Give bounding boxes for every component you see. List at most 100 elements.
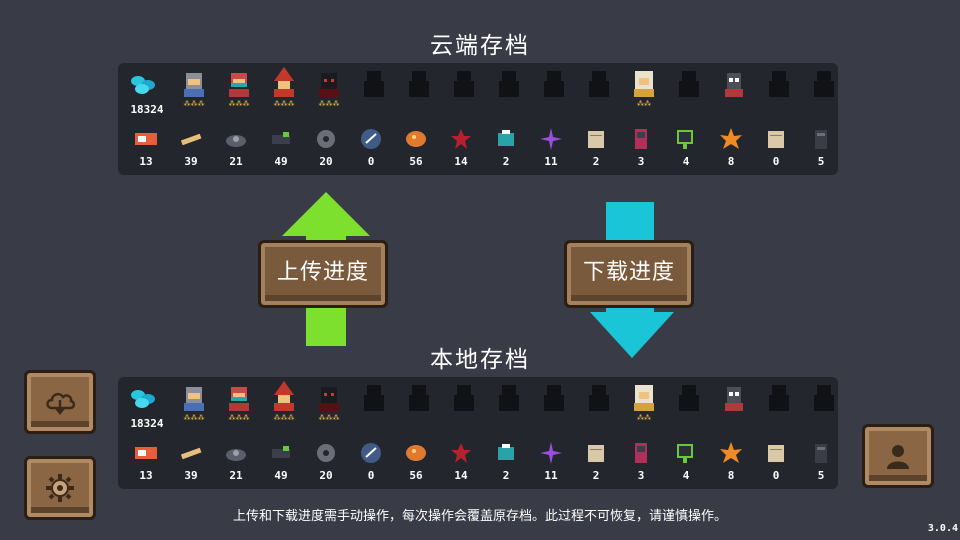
material-slot: 5 <box>799 435 843 485</box>
download-progress-button[interactable]: 下载进度 <box>564 240 694 308</box>
material-slot: 0 <box>349 435 393 485</box>
hero-locked-4 <box>489 381 529 427</box>
hero-wizard: ⁂⁂⁂ <box>264 381 304 427</box>
material-slot: 0 <box>349 121 393 171</box>
locked-hero-icon <box>499 385 519 411</box>
material-slot: 0 <box>754 435 798 485</box>
terminal-icon <box>677 444 693 463</box>
locked-hero-icon <box>814 385 834 411</box>
knight-icon <box>184 73 204 97</box>
locked-hero-icon <box>589 71 609 97</box>
material-count: 2 <box>502 155 510 168</box>
red-leaf-icon <box>451 129 471 149</box>
material-slot: 8 <box>709 435 753 485</box>
gem-icon <box>131 390 155 408</box>
material-count: 8 <box>727 155 735 168</box>
material-count: 11 <box>544 469 558 482</box>
material-count: 21 <box>229 155 243 168</box>
knight-icon <box>184 387 204 411</box>
material-count: 11 <box>544 155 558 168</box>
material-slot: 21 <box>214 121 258 171</box>
cannon-icon <box>272 132 290 144</box>
material-count: 0 <box>772 155 780 168</box>
material-slot: 3 <box>619 121 663 171</box>
hero-locked-3 <box>444 381 484 427</box>
terminal-icon <box>677 130 693 149</box>
version-label: 3.0.4 <box>927 523 958 534</box>
material-slot: 3 <box>619 435 663 485</box>
locked-hero-icon <box>679 71 699 97</box>
warning-note: 上传和下载进度需手动操作，每次操作会覆盖原存档。此过程不可恢复，请谨慎操作。 <box>232 509 727 524</box>
material-slot: 8 <box>709 121 753 171</box>
material-count: 0 <box>772 469 780 482</box>
hero-locked-1 <box>354 381 394 427</box>
hero-locked-5 <box>534 67 574 113</box>
material-count: 2 <box>592 469 600 482</box>
bread-icon <box>180 133 202 146</box>
vampire-icon <box>319 73 339 97</box>
material-slot: 11 <box>529 435 573 485</box>
hero-priest: ⁂⁂ <box>624 67 664 113</box>
material-slot: 56 <box>394 121 438 171</box>
phone-icon <box>635 129 647 149</box>
hero-locked-4 <box>489 67 529 113</box>
hero-locked-6 <box>579 381 619 427</box>
material-slot: 20 <box>304 435 348 485</box>
ticket-icon <box>135 447 157 459</box>
battery-icon <box>815 444 827 463</box>
profile-button[interactable] <box>862 424 934 488</box>
robot-icon <box>725 73 743 97</box>
material-slot: 13 <box>124 435 168 485</box>
hero-vampire: ⁂⁂⁂ <box>309 381 349 427</box>
material-slot: 14 <box>439 121 483 171</box>
material-count: 20 <box>319 469 333 482</box>
hero-stars: ⁂⁂⁂ <box>183 414 205 422</box>
material-count: 14 <box>454 155 468 168</box>
gem-count: 18324 <box>130 103 164 116</box>
locked-hero-icon <box>364 385 384 411</box>
locked-hero-icon <box>544 385 564 411</box>
material-count: 21 <box>229 469 243 482</box>
locked-hero-icon <box>814 71 834 97</box>
hero-locked-7 <box>669 67 709 113</box>
material-slot: 20 <box>304 121 348 171</box>
material-count: 56 <box>409 155 423 168</box>
material-count: 2 <box>502 469 510 482</box>
material-count: 4 <box>682 469 690 482</box>
locked-hero-icon <box>769 385 789 411</box>
hero-locked-7 <box>669 381 709 427</box>
material-count: 13 <box>139 469 153 482</box>
material-count: 3 <box>637 155 645 168</box>
material-slot: 39 <box>169 435 213 485</box>
bread-icon <box>180 447 202 460</box>
material-count: 39 <box>184 155 198 168</box>
locked-hero-icon <box>769 71 789 97</box>
cloud-save-screen: 云端存档 18324 ⁂⁂⁂ ⁂⁂⁂ ⁂⁂⁂ ⁂⁂⁂ ⁂⁂ 13 39 21 49 20 0 56 14 2… <box>0 0 960 540</box>
material-slot: 39 <box>169 121 213 171</box>
gear-icon <box>46 474 74 502</box>
purple-crystal-icon <box>540 128 562 150</box>
scroll-2-icon <box>768 131 784 148</box>
material-slot: 4 <box>664 121 708 171</box>
material-count: 8 <box>727 469 735 482</box>
chest-icon <box>498 444 514 460</box>
material-slot: 14 <box>439 435 483 485</box>
hero-stars: ⁂⁂⁂ <box>318 100 340 108</box>
hero-stars: ⁂⁂⁂ <box>183 100 205 108</box>
hero-assassin: ⁂⁂⁂ <box>219 381 259 427</box>
material-count: 2 <box>592 155 600 168</box>
gear-part-icon <box>317 130 335 148</box>
local-save-title: 本地存档 <box>430 347 530 373</box>
hero-wizard: ⁂⁂⁂ <box>264 67 304 113</box>
cannon-icon <box>272 446 290 458</box>
material-slot: 5 <box>799 121 843 171</box>
upload-progress-button[interactable]: 上传进度 <box>258 240 388 308</box>
scroll-2-icon <box>768 445 784 462</box>
hero-robot <box>714 381 754 427</box>
material-count: 0 <box>367 469 375 482</box>
hero-locked-5 <box>534 381 574 427</box>
cloud-button[interactable] <box>24 370 96 434</box>
material-count: 49 <box>274 155 288 168</box>
hero-stars: ⁂⁂⁂ <box>228 414 250 422</box>
material-slot: 0 <box>754 121 798 171</box>
